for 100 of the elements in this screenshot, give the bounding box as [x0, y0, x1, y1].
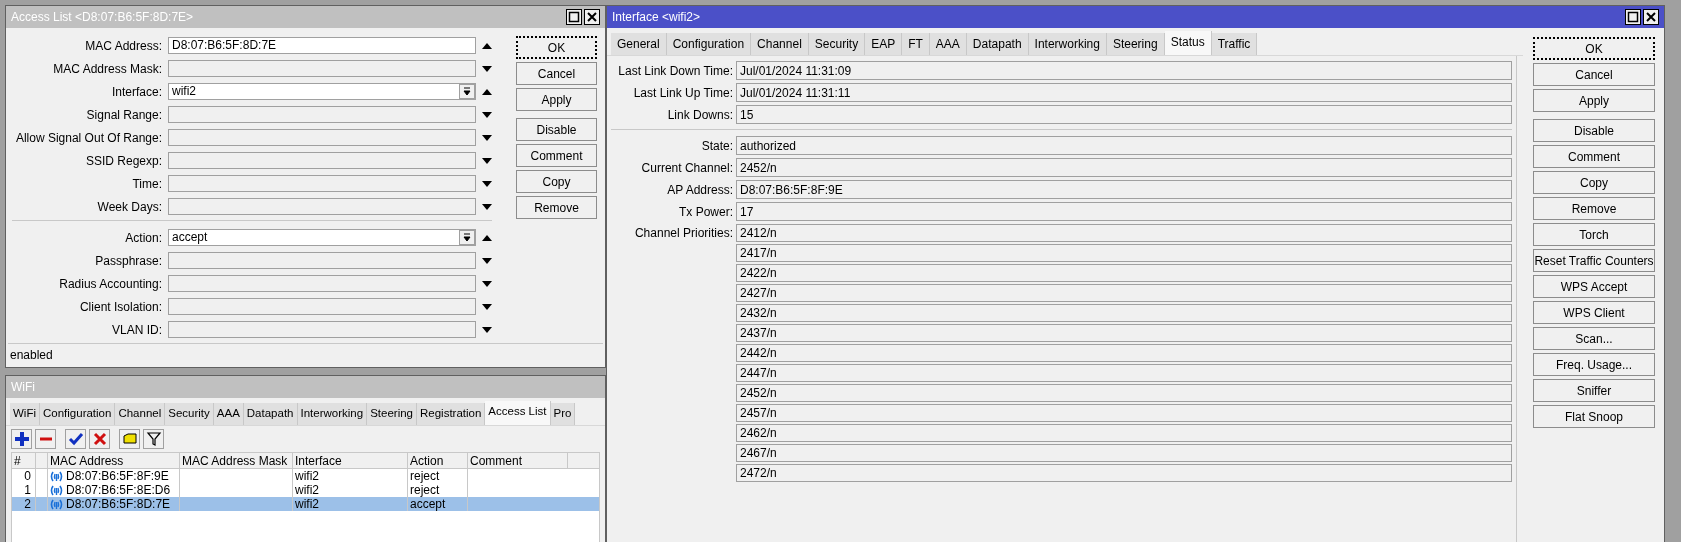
- dialog-button[interactable]: Remove: [516, 196, 597, 219]
- down-arrow-icon[interactable]: [482, 257, 492, 264]
- down-arrow-icon[interactable]: [482, 65, 492, 72]
- dialog-button[interactable]: Freq. Usage...: [1533, 353, 1655, 376]
- down-arrow-icon[interactable]: [482, 326, 492, 333]
- field-value: accept: [171, 230, 209, 245]
- column-header[interactable]: Interface: [293, 453, 408, 468]
- tab[interactable]: Configuration: [666, 33, 752, 55]
- column-header[interactable]: #: [12, 453, 36, 468]
- dialog-button[interactable]: Disable: [516, 118, 597, 141]
- dialog-button[interactable]: Copy: [516, 170, 597, 193]
- tab[interactable]: Interworking: [1028, 33, 1107, 55]
- tab[interactable]: Traffic: [1211, 33, 1258, 55]
- tab[interactable]: EAP: [865, 33, 903, 55]
- close-icon[interactable]: [1643, 9, 1659, 25]
- note-icon[interactable]: [119, 429, 140, 449]
- tab[interactable]: Datapath: [966, 33, 1029, 55]
- dialog-button[interactable]: Cancel: [1533, 63, 1655, 86]
- wireless-station-icon: [50, 484, 63, 496]
- dropdown-icon[interactable]: [459, 84, 475, 99]
- dialog-button[interactable]: Disable: [1533, 119, 1655, 142]
- filter-icon[interactable]: [143, 429, 164, 449]
- column-header[interactable]: MAC Address: [48, 453, 180, 468]
- dialog-button[interactable]: WPS Accept: [1533, 275, 1655, 298]
- table-cell: D8:07:B6:5F:8D:7E: [66, 497, 171, 511]
- up-arrow-icon[interactable]: [482, 88, 492, 95]
- input-field[interactable]: [168, 152, 476, 169]
- dialog-button[interactable]: Apply: [516, 88, 597, 111]
- cross-icon[interactable]: [89, 429, 110, 449]
- tab[interactable]: Channel: [751, 33, 809, 55]
- tab[interactable]: AAA: [213, 403, 244, 425]
- tab[interactable]: WiFi: [10, 403, 40, 425]
- input-field[interactable]: [168, 60, 476, 77]
- maximize-icon[interactable]: [1625, 9, 1641, 25]
- value-field: 2432/n: [736, 304, 1512, 322]
- check-icon[interactable]: [65, 429, 86, 449]
- input-field[interactable]: [168, 106, 476, 123]
- tab[interactable]: Pro: [550, 403, 576, 425]
- down-arrow-icon[interactable]: [482, 280, 492, 287]
- field-label: Action:: [124, 229, 162, 247]
- window-title: Access List <D8:07:B6:5F:8D:7E>: [11, 9, 194, 26]
- input-field[interactable]: [168, 275, 476, 292]
- tab[interactable]: Steering: [367, 403, 417, 425]
- dropdown-field[interactable]: accept: [168, 229, 476, 246]
- dialog-button[interactable]: Comment: [516, 144, 597, 167]
- dialog-button[interactable]: OK: [1533, 37, 1655, 60]
- tab[interactable]: Channel: [115, 403, 166, 425]
- input-field[interactable]: [168, 198, 476, 215]
- input-field[interactable]: [168, 252, 476, 269]
- down-arrow-icon[interactable]: [482, 203, 492, 210]
- dialog-button[interactable]: WPS Client: [1533, 301, 1655, 324]
- value-field: Jul/01/2024 11:31:09: [736, 61, 1512, 80]
- tab[interactable]: Status: [1164, 31, 1212, 55]
- tab[interactable]: FT: [902, 33, 930, 55]
- maximize-icon[interactable]: [566, 9, 582, 25]
- input-field[interactable]: [168, 298, 476, 315]
- down-arrow-icon[interactable]: [482, 111, 492, 118]
- tab[interactable]: Interworking: [297, 403, 368, 425]
- dialog-button[interactable]: Flat Snoop: [1533, 405, 1655, 428]
- table-cell: D8:07:B6:5F:8F:9E: [66, 469, 169, 483]
- tab[interactable]: Configuration: [40, 403, 116, 425]
- dialog-button[interactable]: Reset Traffic Counters: [1533, 249, 1655, 272]
- tab[interactable]: Security: [165, 403, 214, 425]
- tab[interactable]: Registration: [417, 403, 486, 425]
- dropdown-icon[interactable]: [459, 230, 475, 245]
- remove-icon[interactable]: [35, 429, 56, 449]
- table-cell: 2: [12, 497, 36, 511]
- tab[interactable]: AAA: [929, 33, 967, 55]
- tab[interactable]: Steering: [1106, 33, 1165, 55]
- column-header[interactable]: Action: [408, 453, 468, 468]
- dropdown-field[interactable]: wifi2: [168, 83, 476, 100]
- value-field: 2412/n: [736, 224, 1512, 242]
- down-arrow-icon[interactable]: [482, 157, 492, 164]
- dialog-button[interactable]: Cancel: [516, 62, 597, 85]
- tab[interactable]: General: [611, 33, 667, 55]
- down-arrow-icon[interactable]: [482, 303, 492, 310]
- table-row[interactable]: 2 D8:07:B6:5F:8D:7E wifi2 accept: [12, 497, 599, 511]
- dialog-button[interactable]: Sniffer: [1533, 379, 1655, 402]
- tab[interactable]: Access List: [485, 401, 551, 425]
- input-field[interactable]: [168, 175, 476, 192]
- column-header[interactable]: Comment: [468, 453, 568, 468]
- dialog-button[interactable]: Apply: [1533, 89, 1655, 112]
- dialog-button[interactable]: Copy: [1533, 171, 1655, 194]
- input-field[interactable]: [168, 129, 476, 146]
- column-header[interactable]: MAC Address Mask: [180, 453, 293, 468]
- tab[interactable]: Security: [808, 33, 866, 55]
- dialog-button[interactable]: OK: [516, 36, 597, 59]
- down-arrow-icon[interactable]: [482, 134, 492, 141]
- input-field[interactable]: [168, 321, 476, 338]
- up-arrow-icon[interactable]: [482, 234, 492, 241]
- down-arrow-icon[interactable]: [482, 180, 492, 187]
- dialog-button[interactable]: Remove: [1533, 197, 1655, 220]
- close-icon[interactable]: [584, 9, 600, 25]
- add-icon[interactable]: [11, 429, 32, 449]
- up-arrow-icon[interactable]: [482, 42, 492, 49]
- dialog-button[interactable]: Comment: [1533, 145, 1655, 168]
- tab[interactable]: Datapath: [243, 403, 298, 425]
- input-field[interactable]: D8:07:B6:5F:8D:7E: [168, 37, 476, 54]
- dialog-button[interactable]: Scan...: [1533, 327, 1655, 350]
- dialog-button[interactable]: Torch: [1533, 223, 1655, 246]
